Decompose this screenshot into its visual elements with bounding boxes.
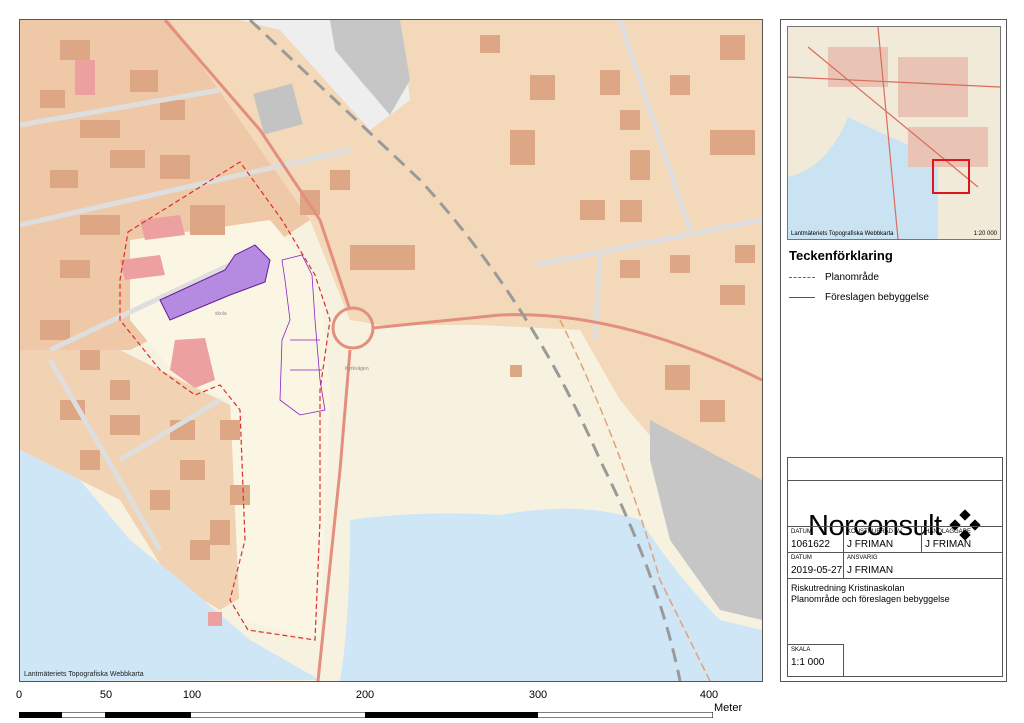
map-canvas[interactable]: Kyrkvägen skola (20, 20, 762, 681)
scale-bar (18, 705, 714, 719)
legend-title: Teckenförklaring (789, 248, 893, 263)
side-panel: Lantmäteriets Topografiska Webbkarta 1:2… (780, 19, 1007, 682)
logo-cell: Norconsult (788, 480, 1002, 542)
scale-tick: 100 (182, 689, 202, 701)
scale-unit: Meter (714, 702, 743, 714)
scale-tick: 0 (15, 689, 23, 701)
scale-tick: 50 (99, 689, 113, 701)
overview-scale: 1:20 000 (973, 231, 997, 237)
ansvarig-cell: ANSVARIG J FRIMAN (844, 552, 1002, 578)
datum2-cell: DATUM 2019-05-27 (788, 552, 844, 578)
description-cell: Riskutredning Kristinaskolan Planområde … (788, 578, 1002, 644)
svg-text:Kyrkvägen: Kyrkvägen (345, 366, 369, 372)
scale-bar-graphic (18, 711, 714, 719)
overview-credit: Lantmäteriets Topografiska Webbkarta (791, 231, 894, 237)
scale-tick: 400 (699, 689, 719, 701)
konstruerad-cell: KONSTRUERAD AV J FRIMAN (844, 526, 922, 552)
legend-label: Planområde (825, 272, 879, 283)
description-line2: Planområde och föreslagen bebyggelse (791, 594, 950, 604)
skala-cell: SKALA 1:1 000 (788, 644, 844, 676)
datum-cell: DATUM 1061622 (788, 526, 844, 552)
overview-canvas (788, 27, 1000, 239)
description-line1: Riskutredning Kristinaskolan (791, 583, 905, 593)
legend-label: Föreslagen bebyggelse (825, 292, 929, 303)
overview-map[interactable]: Lantmäteriets Topografiska Webbkarta 1:2… (787, 26, 1001, 240)
solid-line-icon (789, 297, 815, 298)
svg-text:skola: skola (215, 311, 227, 317)
dashed-line-icon (789, 277, 815, 278)
legend-item-foreslagen: Föreslagen bebyggelse (789, 292, 929, 303)
title-block: Norconsult DATUM 1061622 KONSTRUERAD AV J … (787, 457, 1003, 677)
map-frame[interactable]: Kyrkvägen skola Lantmäteriets Topografis… (19, 19, 763, 682)
legend-item-planomrade: Planområde (789, 272, 879, 283)
map-credit: Lantmäteriets Topografiska Webbkarta (24, 671, 144, 678)
scale-tick: 200 (355, 689, 375, 701)
handlaggare-cell: HANDLAGGARE J FRIMAN (922, 526, 1002, 552)
scale-tick: 300 (528, 689, 548, 701)
